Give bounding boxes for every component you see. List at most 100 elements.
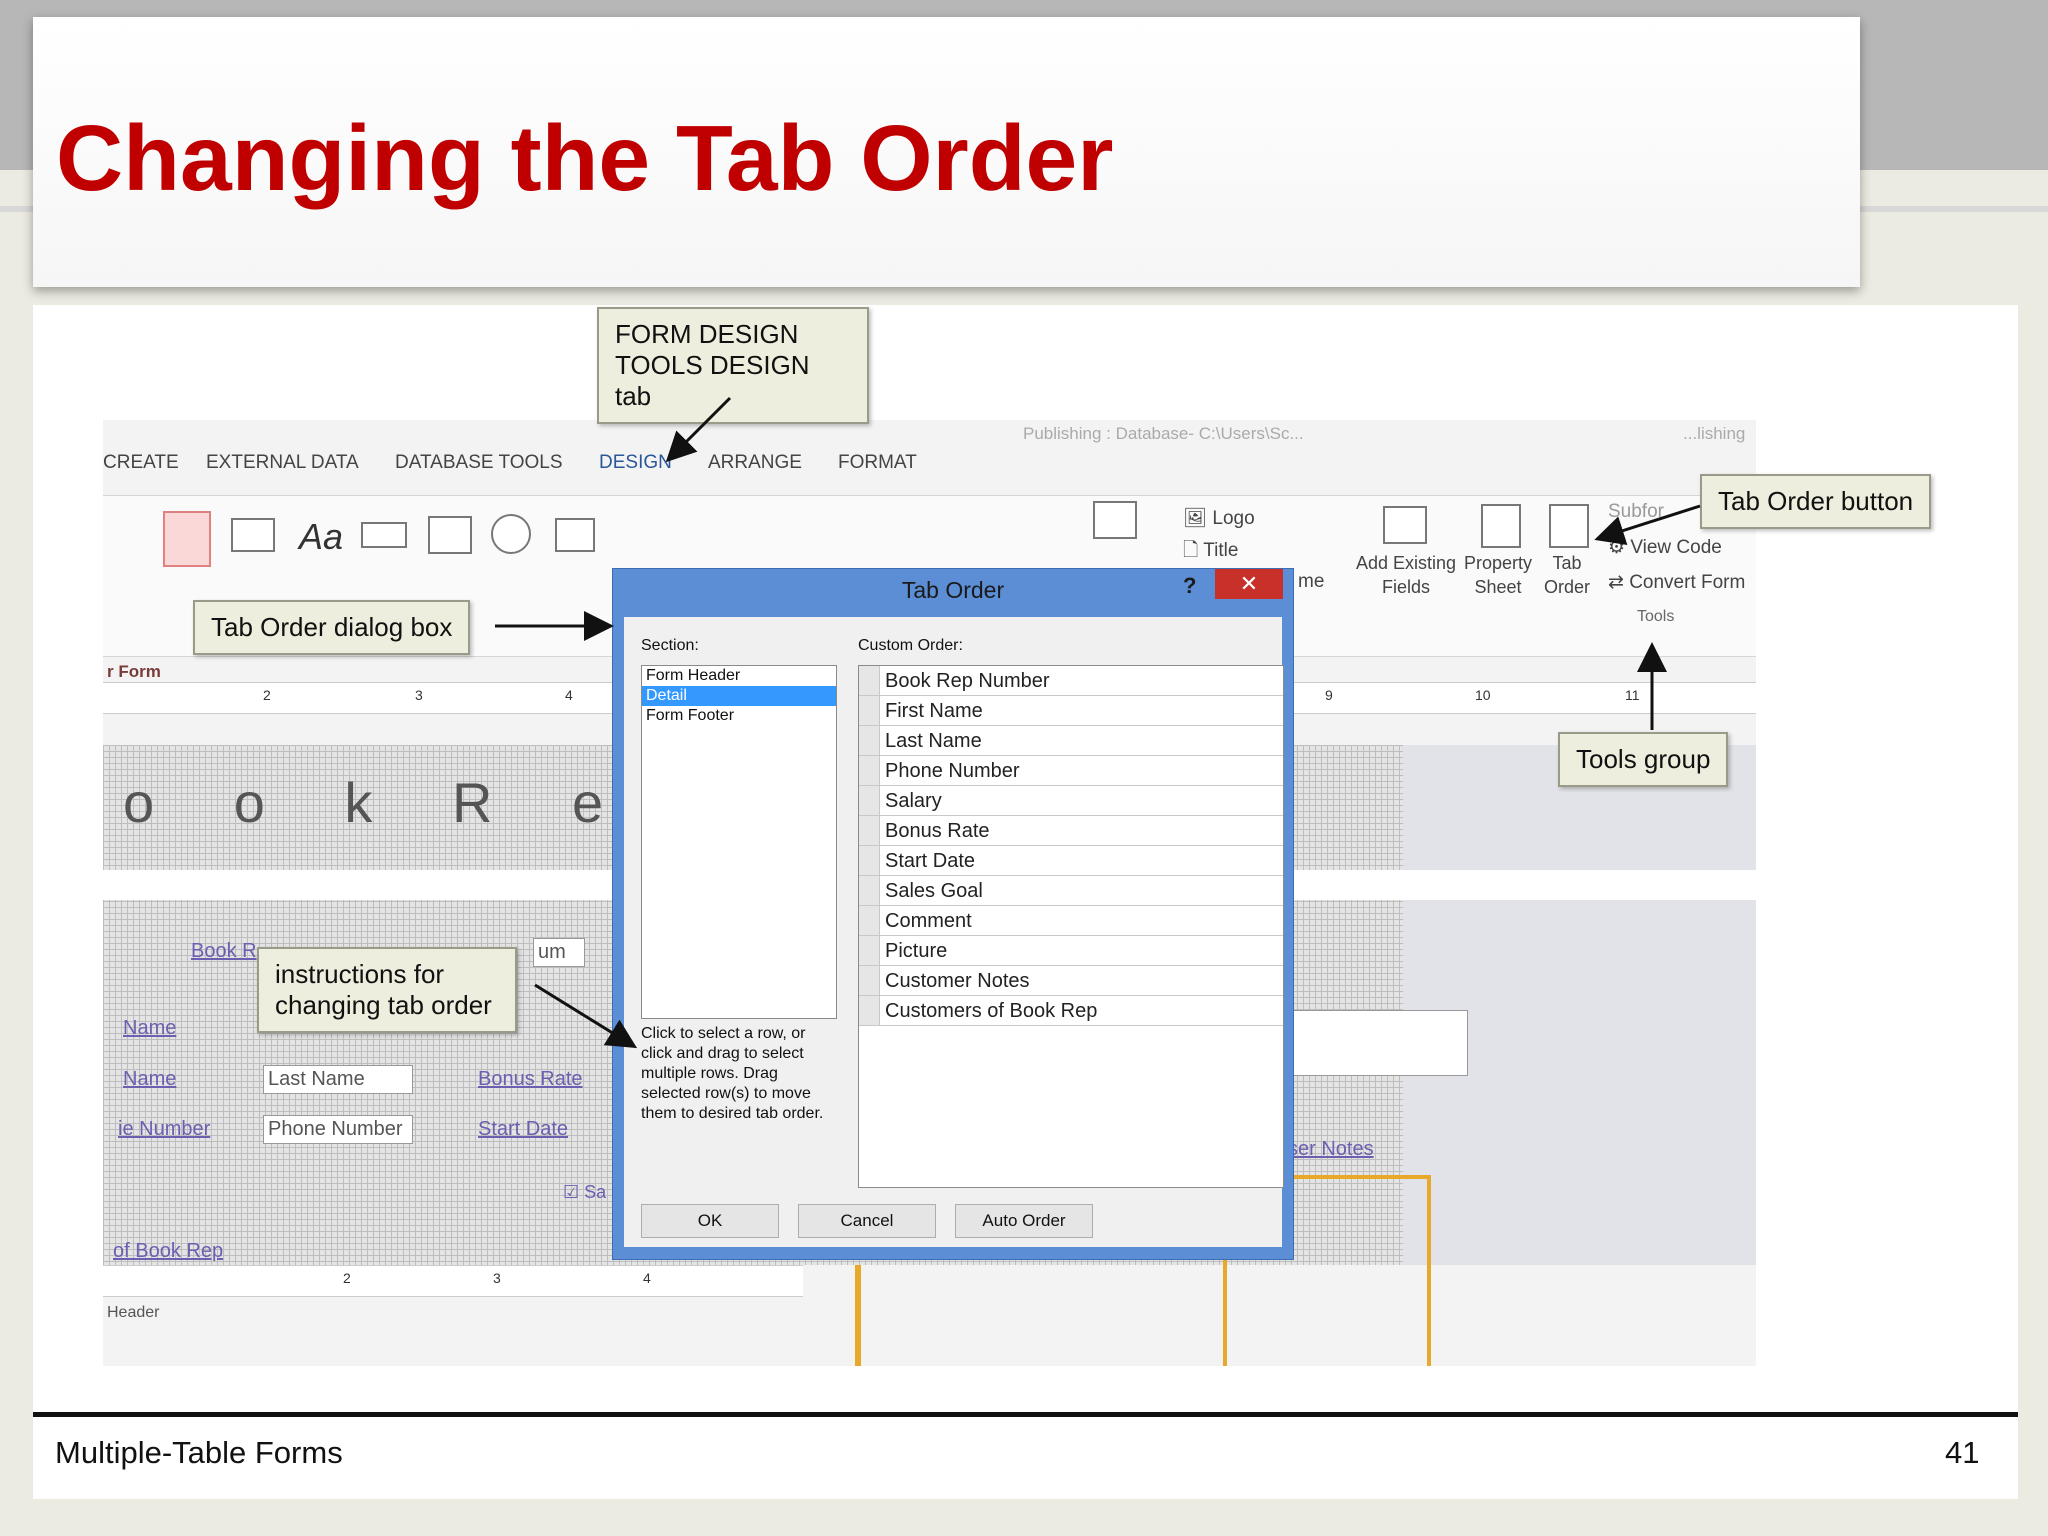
select-pointer-icon[interactable] xyxy=(163,511,211,567)
order-row-text: First Name xyxy=(885,700,983,722)
view-code-button[interactable]: ⚙ View Code xyxy=(1608,536,1722,559)
section-form-footer[interactable]: Form Footer xyxy=(642,706,836,726)
book-rep-number-field[interactable]: um xyxy=(533,938,585,967)
tab-external-data[interactable]: EXTERNAL DATA xyxy=(206,452,359,474)
subform-header-label: Header xyxy=(107,1304,160,1321)
order-row-text: Book Rep Number xyxy=(885,670,1050,692)
order-row[interactable]: Customers of Book Rep xyxy=(859,996,1283,1026)
dialog-instructions: Click to select a row, or click and drag… xyxy=(641,1025,824,1122)
order-row-text: Start Date xyxy=(885,850,976,872)
order-row[interactable]: Picture xyxy=(859,936,1283,966)
phone-number-field[interactable]: Phone Number xyxy=(263,1115,413,1144)
order-row[interactable]: Sales Goal xyxy=(859,876,1283,906)
order-row[interactable]: Comment xyxy=(859,906,1283,936)
slide-title: Changing the Tab Order xyxy=(56,106,1114,210)
tab-database-tools[interactable]: DATABASE TOOLS xyxy=(395,452,563,474)
order-row[interactable]: Phone Number xyxy=(859,756,1283,786)
order-row-text: Phone Number xyxy=(885,760,1020,782)
tools-group-label: Tools xyxy=(1637,608,1675,625)
order-row[interactable]: Customer Notes xyxy=(859,966,1283,996)
bonus-rate-label[interactable]: Bonus Rate xyxy=(478,1068,583,1091)
row-selector[interactable] xyxy=(859,846,880,875)
subform-label[interactable]: of Book Rep xyxy=(113,1240,223,1263)
customer-notes-field[interactable] xyxy=(1293,1010,1468,1076)
tab-order-dialog: Tab Order ? ✕ Section: Custom Order: For… xyxy=(612,568,1294,1260)
row-selector[interactable] xyxy=(859,966,880,995)
textbox-icon[interactable] xyxy=(231,518,275,552)
insert-image-icon[interactable] xyxy=(1093,501,1137,539)
hyperlink-icon[interactable] xyxy=(491,514,531,554)
order-row-text: Customer Notes xyxy=(885,970,1030,992)
order-row[interactable]: Salary xyxy=(859,786,1283,816)
tab-arrange[interactable]: ARRANGE xyxy=(708,452,802,474)
tab-format[interactable]: FORMAT xyxy=(838,452,917,474)
order-row[interactable]: Last Name xyxy=(859,726,1283,756)
button-control-icon[interactable] xyxy=(361,522,407,548)
order-row-text: Comment xyxy=(885,910,972,932)
auto-order-button[interactable]: Auto Order xyxy=(955,1204,1093,1238)
title-box: Changing the Tab Order xyxy=(33,17,1860,287)
last-name-label[interactable]: Name xyxy=(123,1068,176,1091)
section-detail[interactable]: Detail xyxy=(642,686,836,706)
row-selector[interactable] xyxy=(859,816,880,845)
cancel-button[interactable]: Cancel xyxy=(798,1204,936,1238)
order-row[interactable]: Book Rep Number xyxy=(859,666,1283,696)
footer-title: Multiple-Table Forms xyxy=(55,1435,343,1470)
web-browser-icon[interactable] xyxy=(555,518,595,552)
row-selector[interactable] xyxy=(859,936,880,965)
callout-tab-order-dialog: Tab Order dialog box xyxy=(193,600,471,655)
row-selector[interactable] xyxy=(859,696,880,725)
divider xyxy=(1860,206,2048,212)
tab-order-icon xyxy=(1549,504,1589,548)
close-button[interactable]: ✕ xyxy=(1215,569,1283,599)
section-label: Section: xyxy=(641,637,699,654)
callout-instructions: instructions for changing tab order xyxy=(257,947,517,1033)
row-selector[interactable] xyxy=(859,906,880,935)
start-date-label[interactable]: Start Date xyxy=(478,1118,568,1141)
section-form-header[interactable]: Form Header xyxy=(642,666,836,686)
sales-checkbox[interactable]: ☑ Sa xyxy=(563,1182,606,1203)
subform-ruler: 234 xyxy=(103,1265,803,1297)
divider xyxy=(0,206,33,212)
row-selector[interactable] xyxy=(859,876,880,905)
book-rep-number-label[interactable]: Book R xyxy=(191,940,257,963)
row-selector[interactable] xyxy=(859,666,880,695)
title-button[interactable]: 🗋 Title xyxy=(1183,536,1238,568)
property-sheet-button[interactable]: Property Sheet xyxy=(1458,551,1538,599)
order-row-text: Bonus Rate xyxy=(885,820,990,842)
customer-notes-label[interactable]: ser Notes xyxy=(1288,1138,1374,1161)
row-selector[interactable] xyxy=(859,996,880,1025)
order-row[interactable]: First Name xyxy=(859,696,1283,726)
row-selector[interactable] xyxy=(859,726,880,755)
form-background xyxy=(1403,745,1756,1265)
tab-design[interactable]: DESIGN xyxy=(599,452,672,474)
date-time-button[interactable]: me xyxy=(1298,571,1324,593)
phone-number-label[interactable]: ie Number xyxy=(118,1118,210,1141)
order-row-text: Customers of Book Rep xyxy=(885,1000,1098,1022)
help-button[interactable]: ? xyxy=(1183,573,1196,599)
order-row[interactable]: Start Date xyxy=(859,846,1283,876)
order-row-text: Picture xyxy=(885,940,948,962)
label-control-icon[interactable]: Aa xyxy=(299,516,343,558)
section-list[interactable]: Form Header Detail Form Footer xyxy=(641,665,837,1019)
dialog-body: Section: Custom Order: Form Header Detai… xyxy=(624,617,1284,1247)
page-number: 41 xyxy=(1945,1435,1980,1470)
subform-button[interactable]: Subfor xyxy=(1608,501,1664,523)
row-selector[interactable] xyxy=(859,756,880,785)
order-row-text: Salary xyxy=(885,790,942,812)
row-selector[interactable] xyxy=(859,786,880,815)
object-tab[interactable]: r Form xyxy=(107,662,161,682)
order-row-text: Sales Goal xyxy=(885,880,983,902)
last-name-field[interactable]: Last Name xyxy=(263,1065,413,1094)
custom-order-list[interactable]: Book Rep Number First Name Last Name Pho… xyxy=(858,665,1284,1188)
first-name-label[interactable]: Name xyxy=(123,1017,176,1040)
convert-form-button[interactable]: ⇄ Convert Form xyxy=(1608,571,1745,594)
tab-order-button[interactable]: Tab Order xyxy=(1539,551,1595,599)
ok-button[interactable]: OK xyxy=(641,1204,779,1238)
logo-button[interactable]: 🖼 Logo xyxy=(1183,506,1255,530)
tab-control-icon[interactable] xyxy=(428,516,472,554)
tab-create[interactable]: CREATE xyxy=(103,452,179,474)
order-row[interactable]: Bonus Rate xyxy=(859,816,1283,846)
callout-tools-group: Tools group xyxy=(1558,732,1729,787)
add-existing-fields-button[interactable]: Add Existing Fields xyxy=(1351,551,1461,599)
